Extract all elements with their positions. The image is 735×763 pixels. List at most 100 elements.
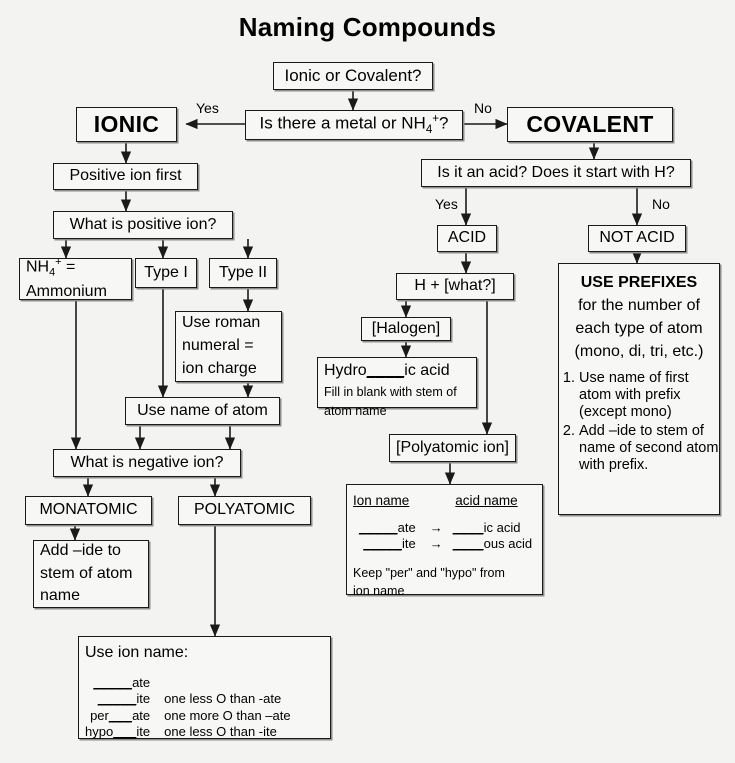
node-use-prefixes[interactable]: USE PREFIXES for the number of each type… xyxy=(558,263,720,515)
node-hydro-ic-acid[interactable]: Hydro____ic acid Fill in blank with stem… xyxy=(317,357,477,418)
acid-name-rows: _____ate → ____ic acid _____ite → ____ou… xyxy=(353,520,536,553)
node-ionic[interactable]: IONIC xyxy=(76,107,177,142)
prefixes-step-2: Add –ide to stem of name of second atom … xyxy=(579,423,719,475)
node-ionic-label: IONIC xyxy=(93,110,160,137)
table-row: _____ate xyxy=(85,675,291,691)
flowchart-canvas: Naming Compounds Ionic or Covalent? Is t… xyxy=(0,0,735,763)
edge-label-yes-acid: Yes xyxy=(435,196,458,212)
table-row: per___ate one more O than –ate xyxy=(85,708,291,724)
acid-row1-arrow: → xyxy=(429,536,443,552)
acid-row1-acid-blank: ____ xyxy=(452,536,484,552)
acid-row0-acid-blank: ____ xyxy=(452,519,484,535)
use-ion-name-table: _____ate _____ite one less O than -ate p… xyxy=(85,675,291,740)
node-start-label: Ionic or Covalent? xyxy=(284,65,422,85)
node-roman-numeral-line1: Use roman xyxy=(182,314,261,332)
prefixes-line1: for the number of xyxy=(578,296,700,314)
row0-suffix: ate xyxy=(132,674,151,690)
node-add-ide-line2: stem of atom xyxy=(40,564,133,582)
table-row: hypo___ite one less O than -ite xyxy=(85,724,291,740)
acid-row0-acid-suffix: ic acid xyxy=(483,519,521,535)
row3-note: one less O than -ite xyxy=(164,723,277,739)
node-h-plus-what[interactable]: H + [what?] xyxy=(396,273,514,300)
edge-label-yes-ionic: Yes xyxy=(196,100,219,116)
acid-name-footer-line2: ion name xyxy=(353,584,405,599)
node-add-ide[interactable]: Add –ide to stem of atom name xyxy=(33,540,149,608)
row2-prefix: per xyxy=(90,707,109,723)
node-roman-numeral-line3: ion charge xyxy=(182,359,257,377)
node-start[interactable]: Ionic or Covalent? xyxy=(273,62,433,90)
node-monatomic-label: MONATOMIC xyxy=(39,501,138,519)
node-covalent-label: COVALENT xyxy=(526,110,654,137)
row3-suffix: ite xyxy=(136,723,151,739)
node-acid[interactable]: ACID xyxy=(437,225,497,252)
edge-label-no-covalent: No xyxy=(474,100,492,116)
node-hydro-sub1: Fill in blank with stem of xyxy=(324,384,457,399)
node-type-i[interactable]: Type I xyxy=(135,258,197,288)
node-metal-question[interactable]: Is there a metal or NH4+? xyxy=(245,110,463,140)
node-roman-numeral-line2: numeral = xyxy=(182,337,254,355)
node-roman-numeral[interactable]: Use roman numeral = ion charge xyxy=(175,311,282,382)
use-ion-name-heading: Use ion name: xyxy=(85,644,189,661)
table-header-row: Ion name acid name xyxy=(353,493,522,510)
row3-blank: ___ xyxy=(113,723,137,739)
node-polyatomic[interactable]: POLYATOMIC xyxy=(178,496,311,525)
acid-name-table: Ion name acid name xyxy=(353,493,522,510)
node-acid-label: ACID xyxy=(447,229,487,247)
node-hydro-title: Hydro____ic acid xyxy=(324,362,450,379)
node-ammonium-line2: Ammonium xyxy=(26,283,107,301)
node-polyatomic-ion-label: [Polyatomic ion] xyxy=(396,438,509,456)
col-header-ion-name: Ion name xyxy=(353,493,410,508)
node-halogen[interactable]: [Halogen] xyxy=(361,317,451,341)
prefixes-step-1: Use name of first atom with prefix (exce… xyxy=(579,370,719,422)
node-positive-ion-first-label: Positive ion first xyxy=(69,167,182,185)
acid-row0-arrow: → xyxy=(429,519,443,535)
node-positive-ion-first[interactable]: Positive ion first xyxy=(53,163,198,190)
table-row: _____ate → ____ic acid xyxy=(353,520,536,536)
row2-note: one more O than –ate xyxy=(164,707,291,723)
row1-blank: _____ xyxy=(97,691,137,707)
acid-row1-ion-blank: _____ xyxy=(363,536,402,552)
node-not-acid-label: NOT ACID xyxy=(599,229,675,247)
node-add-ide-line1: Add –ide to xyxy=(40,541,121,559)
node-acid-question[interactable]: Is it an acid? Does it start with H? xyxy=(421,159,691,187)
row3-prefix: hypo xyxy=(85,723,114,739)
node-use-ion-name[interactable]: Use ion name: _____ate _____ite one less… xyxy=(78,636,331,739)
acid-row0-ion-suffix: ate xyxy=(397,519,416,535)
row2-blank: ___ xyxy=(108,707,133,723)
node-use-name-of-atom[interactable]: Use name of atom xyxy=(125,397,280,425)
node-not-acid[interactable]: NOT ACID xyxy=(588,225,686,252)
node-ammonium[interactable]: NH4+ = Ammonium xyxy=(19,256,132,300)
node-ammonium-line1: NH4+ = xyxy=(26,255,76,279)
node-type-i-label: Type I xyxy=(144,263,188,281)
table-row: _____ite one less O than -ate xyxy=(85,691,291,707)
prefixes-line3: (mono, di, tri, etc.) xyxy=(574,342,704,360)
acid-row1-ion-suffix: ite xyxy=(402,536,416,552)
col-header-acid-name: acid name xyxy=(455,493,518,508)
node-what-is-positive-ion-label: What is positive ion? xyxy=(69,215,217,233)
row2-suffix: ate xyxy=(132,707,151,723)
row0-blank: _____ xyxy=(93,674,133,690)
node-what-is-negative-ion-label: What is negative ion? xyxy=(70,453,224,471)
node-type-ii-label: Type II xyxy=(218,263,268,281)
node-hydro-sub2: atom name xyxy=(324,403,387,418)
node-add-ide-line3: name xyxy=(40,587,81,605)
node-halogen-label: [Halogen] xyxy=(371,319,441,337)
edge-label-no-acid: No xyxy=(652,196,670,212)
node-use-name-of-atom-label: Use name of atom xyxy=(137,401,268,419)
node-polyatomic-ion[interactable]: [Polyatomic ion] xyxy=(389,434,516,462)
node-metal-question-label: Is there a metal or NH4+? xyxy=(259,112,449,136)
acid-row0-ion-blank: _____ xyxy=(359,519,398,535)
node-polyatomic-label: POLYATOMIC xyxy=(193,501,296,519)
row1-suffix: ite xyxy=(136,691,151,707)
table-row: _____ite → ____ous acid xyxy=(353,536,536,552)
node-monatomic[interactable]: MONATOMIC xyxy=(25,496,152,525)
node-what-is-negative-ion[interactable]: What is negative ion? xyxy=(53,449,241,477)
node-acid-name-table[interactable]: Ion name acid name _____ate → ____ic aci… xyxy=(346,484,543,598)
node-acid-question-label: Is it an acid? Does it start with H? xyxy=(437,163,675,181)
node-covalent[interactable]: COVALENT xyxy=(507,107,673,142)
prefixes-steps: Use name of first atom with prefix (exce… xyxy=(559,370,719,476)
node-what-is-positive-ion[interactable]: What is positive ion? xyxy=(53,211,233,239)
node-type-ii[interactable]: Type II xyxy=(209,258,277,288)
prefixes-line2: each type of atom xyxy=(575,319,703,337)
acid-name-footer-line1: Keep "per" and "hypo" from xyxy=(353,565,505,580)
